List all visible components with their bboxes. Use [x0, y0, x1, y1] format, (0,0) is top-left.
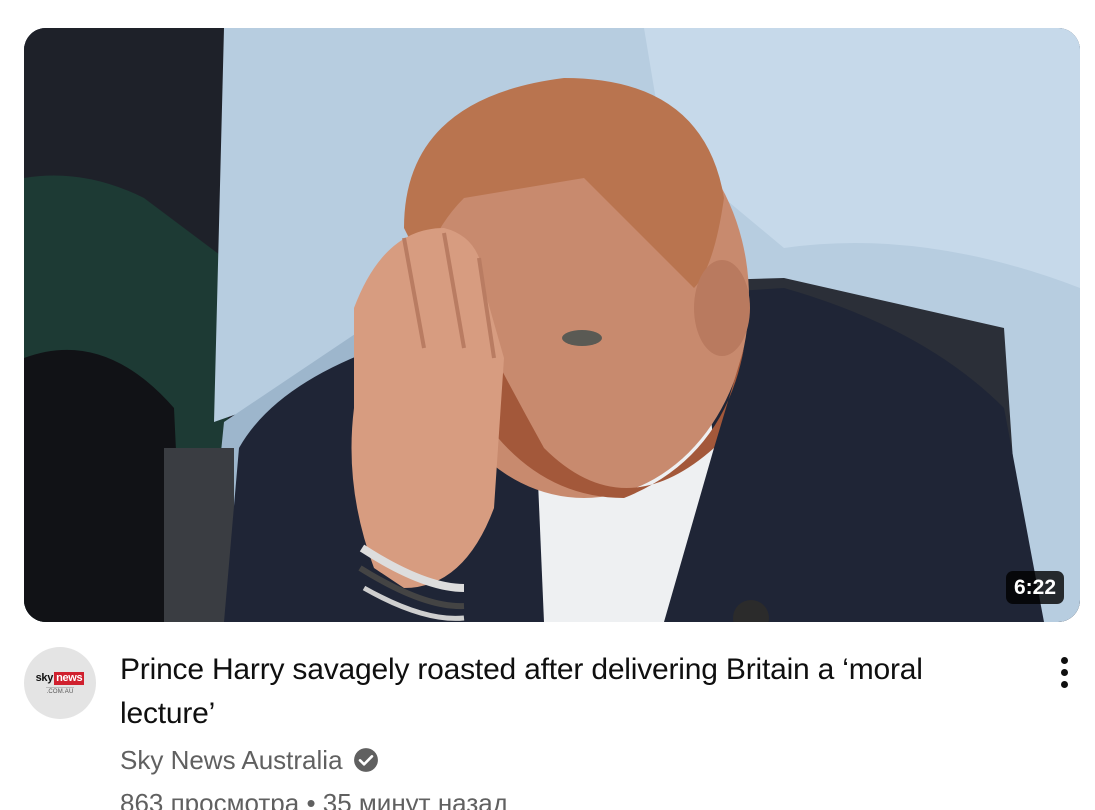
logo-sub-text: .COM.AU [46, 686, 74, 695]
channel-name[interactable]: Sky News Australia [120, 745, 343, 776]
menu-dot [1060, 656, 1068, 664]
sky-news-logo: sky news [35, 671, 85, 685]
channel-row: Sky News Australia [120, 742, 379, 778]
video-card: 6:22 sky news .COM.AU Prince Harry savag… [0, 0, 1095, 810]
duration-badge: 6:22 [1005, 571, 1064, 604]
logo-sky-text: sky [35, 671, 54, 684]
video-title[interactable]: Prince Harry savagely roasted after deli… [120, 648, 1020, 736]
video-thumbnail[interactable]: 6:22 [24, 28, 1080, 622]
stats-separator: • [306, 788, 316, 810]
more-vertical-icon[interactable] [1050, 650, 1078, 694]
channel-avatar[interactable]: sky news .COM.AU [24, 647, 96, 719]
upload-age: 35 минут назад [322, 788, 508, 810]
view-count: 863 просмотра [120, 788, 300, 810]
thumbnail-image [24, 28, 1080, 622]
menu-dot [1060, 668, 1068, 676]
check-circle-icon [353, 747, 379, 773]
video-stats: 863 просмотра • 35 минут назад [120, 788, 508, 810]
logo-news-text: news [54, 671, 85, 685]
menu-dot [1060, 680, 1068, 688]
